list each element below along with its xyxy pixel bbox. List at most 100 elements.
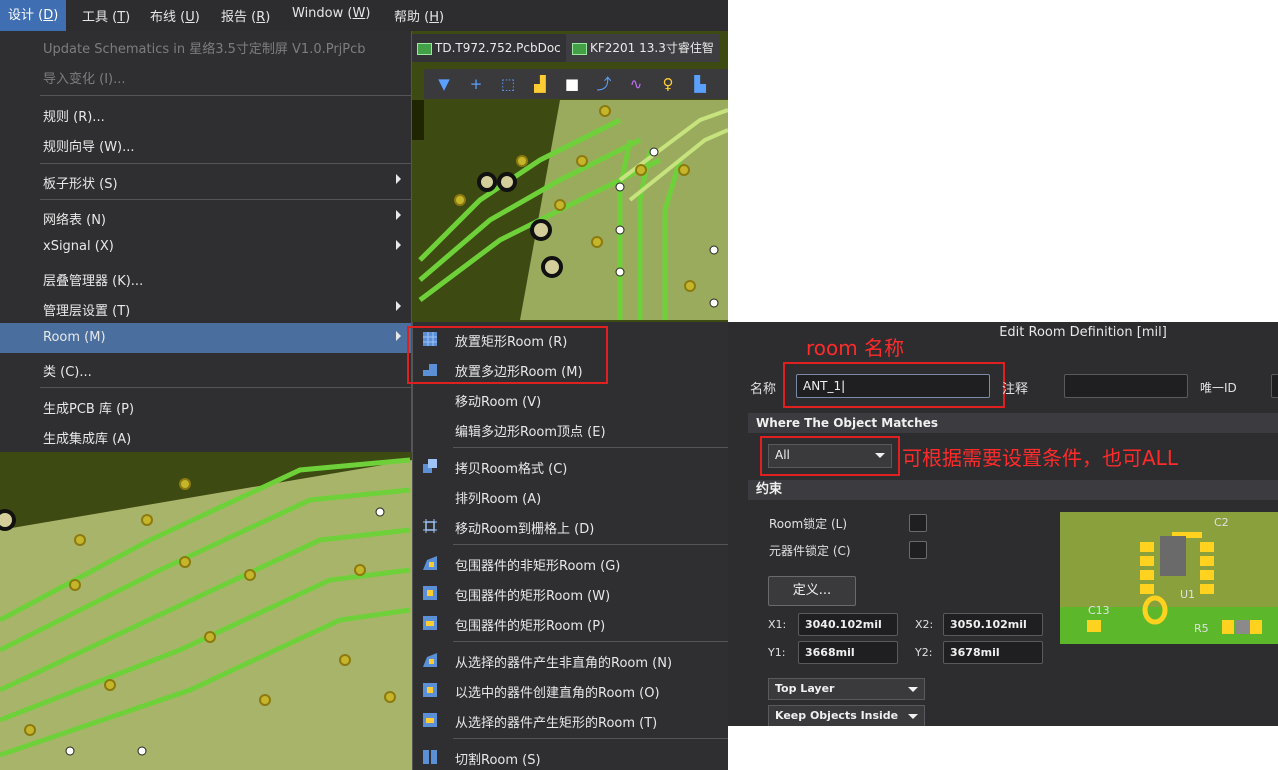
unique-id-field[interactable] xyxy=(1271,374,1278,398)
room-submenu: 放置矩形Room (R) 放置多边形Room (M) 移动Room (V) 编辑… xyxy=(412,322,728,770)
x1-label: X1: xyxy=(768,618,787,631)
menu-item-move-room[interactable]: 移动Room (V) xyxy=(413,384,728,414)
pcbdoc-icon xyxy=(572,43,587,55)
x1-field[interactable]: 3040.102mil xyxy=(798,613,898,636)
rect-around-icon xyxy=(423,683,437,697)
menu-item-snap-room-to-grid[interactable]: 移动Room到栅格上 (D) xyxy=(413,511,728,541)
menu-reports[interactable]: 报告 (R) xyxy=(221,6,270,25)
nonrect-room-icon xyxy=(423,556,437,570)
constraints-section: 约束 xyxy=(748,480,1278,500)
nonrect-room-icon xyxy=(423,653,437,667)
y2-label: Y2: xyxy=(915,646,933,659)
preview-label-c2: C2 xyxy=(1214,516,1229,529)
menu-item-xsignal[interactable]: xSignal (X) xyxy=(0,232,411,262)
menu-separator xyxy=(453,641,728,642)
layer-dropdown[interactable]: Top Layer xyxy=(768,678,925,700)
component-lock-label: 元器件锁定 (C) xyxy=(769,544,851,558)
menu-item-rect-room-around-w[interactable]: 包围器件的矩形Room (W) xyxy=(413,578,728,608)
menu-item-rect-room-around-p[interactable]: 包围器件的矩形Room (P) xyxy=(413,608,728,638)
pcbdoc-icon xyxy=(417,43,432,55)
tab-kf2201[interactable]: KF2201 13.3寸睿住智 xyxy=(566,34,720,62)
comment-field[interactable] xyxy=(1064,374,1188,398)
x2-label: X2: xyxy=(915,618,934,631)
component-icon[interactable]: ■ xyxy=(564,76,580,92)
menu-item-make-pcb-lib[interactable]: 生成PCB 库 (P) xyxy=(0,391,411,421)
rect-around-icon xyxy=(423,616,437,630)
y2-field[interactable]: 3678mil xyxy=(943,641,1043,664)
keep-objects-dropdown[interactable]: Keep Objects Inside xyxy=(768,705,925,726)
preview-label-u1: U1 xyxy=(1180,588,1196,601)
menu-item-slice-room[interactable]: 切割Room (S) xyxy=(413,742,728,770)
filter-icon[interactable]: ▼ xyxy=(436,76,452,92)
menu-item-update-schematics[interactable]: Update Schematics in 星络3.5寸定制屏 V1.0.PrjP… xyxy=(0,31,411,61)
design-menu: Update Schematics in 星络3.5寸定制屏 V1.0.PrjP… xyxy=(0,31,412,452)
menu-separator xyxy=(453,447,728,448)
menu-item-board-shape[interactable]: 板子形状 (S) xyxy=(0,166,411,196)
y1-field[interactable]: 3668mil xyxy=(798,641,898,664)
menu-tools[interactable]: 工具 (T) xyxy=(82,6,130,25)
submenu-arrow-icon xyxy=(396,240,401,250)
menu-item-arrange-rooms[interactable]: 排列Room (A) xyxy=(413,481,728,511)
crosshair-icon[interactable]: + xyxy=(468,76,484,92)
define-button[interactable]: 定义... xyxy=(768,576,856,606)
menu-item-netlist[interactable]: 网络表 (N) xyxy=(0,202,411,232)
room-lock-label: Room锁定 (L) xyxy=(769,517,848,531)
pin-icon[interactable]: ♀ xyxy=(660,76,676,92)
tab-pcbdoc[interactable]: TD.T972.752.PcbDoc xyxy=(411,34,567,62)
y1-label: Y1: xyxy=(768,646,786,659)
annotation-room-name: room 名称 xyxy=(806,336,905,360)
menu-item-rules[interactable]: 规则 (R)... xyxy=(0,99,411,129)
menu-item-edit-polygon-vertices[interactable]: 编辑多边形Room顶点 (E) xyxy=(413,414,728,444)
menu-separator xyxy=(40,163,411,164)
x2-field[interactable]: 3050.102mil xyxy=(943,613,1043,636)
comment-label: 注释 xyxy=(1002,382,1029,397)
menu-item-orthogonal-room-from-selected[interactable]: 以选中的器件创建直角的Room (O) xyxy=(413,675,728,705)
menu-route[interactable]: 布线 (U) xyxy=(150,6,200,25)
chevron-down-icon xyxy=(908,714,918,719)
menu-window[interactable]: Window (W) xyxy=(292,6,370,21)
room-lock-checkbox[interactable] xyxy=(909,514,927,532)
select-rect-icon[interactable]: ⬚ xyxy=(500,76,516,92)
menu-item-layer-stack[interactable]: 层叠管理器 (K)... xyxy=(0,263,411,293)
chevron-down-icon xyxy=(908,687,918,692)
where-matches-section: Where The Object Matches xyxy=(748,413,1278,433)
menu-separator xyxy=(453,738,728,739)
copy-format-icon xyxy=(423,459,437,473)
menu-item-copy-room-format[interactable]: 拷贝Room格式 (C) xyxy=(413,451,728,481)
menu-item-layer-sets[interactable]: 管理层设置 (T) xyxy=(0,293,411,323)
length-tune-icon[interactable]: ∿ xyxy=(628,76,644,92)
component-lock-checkbox[interactable] xyxy=(909,541,927,559)
name-label: 名称 xyxy=(750,382,777,397)
edit-room-dialog: Edit Room Definition [mil] room 名称 名称 AN… xyxy=(728,322,1278,726)
slice-room-icon xyxy=(423,750,437,764)
menu-item-make-int-lib[interactable]: 生成集成库 (A) xyxy=(0,421,411,451)
menu-item-nonrect-room-from-selected[interactable]: 从选择的器件产生非直角的Room (N) xyxy=(413,645,728,675)
menubar: 设计 (D) 工具 (T) 布线 (U) 报告 (R) Window (W) 帮… xyxy=(0,0,728,31)
submenu-arrow-icon xyxy=(396,301,401,311)
menu-separator xyxy=(40,387,411,388)
preview-graphic xyxy=(1060,512,1278,644)
layer-icon[interactable]: ▙ xyxy=(692,76,708,92)
submenu-arrow-icon xyxy=(396,331,401,341)
menu-item-room[interactable]: Room (M) xyxy=(0,323,411,353)
menu-separator xyxy=(453,544,728,545)
menu-item-classes[interactable]: 类 (C)... xyxy=(0,354,411,384)
annotation-condition: 可根据需要设置条件，也可ALL xyxy=(902,446,1178,470)
submenu-arrow-icon xyxy=(396,174,401,184)
submenu-arrow-icon xyxy=(396,210,401,220)
preview-label-c13: C13 xyxy=(1088,604,1110,617)
pcb-editor-window: 设计 (D) 工具 (T) 布线 (U) 报告 (R) Window (W) 帮… xyxy=(0,0,728,770)
snap-grid-icon xyxy=(423,519,437,533)
chart-icon[interactable]: ▟ xyxy=(532,76,548,92)
menu-item-import-changes[interactable]: 导入变化 (I)... xyxy=(0,61,411,91)
menu-help[interactable]: 帮助 (H) xyxy=(394,6,444,25)
menu-item-rect-room-from-selected[interactable]: 从选择的器件产生矩形的Room (T) xyxy=(413,705,728,735)
menu-item-rules-wizard[interactable]: 规则向导 (W)... xyxy=(0,129,411,159)
highlight-match xyxy=(760,436,900,476)
menu-item-nonrect-room-around[interactable]: 包围器件的非矩形Room (G) xyxy=(413,548,728,578)
menu-design[interactable]: 设计 (D) xyxy=(0,0,67,31)
route-icon[interactable]: ⤴ xyxy=(596,76,612,92)
highlight-place-room xyxy=(407,326,608,384)
rect-around-icon xyxy=(423,713,437,727)
pcb-toolbar: ▼ + ⬚ ▟ ■ ⤴ ∿ ♀ ▙ xyxy=(424,69,728,99)
